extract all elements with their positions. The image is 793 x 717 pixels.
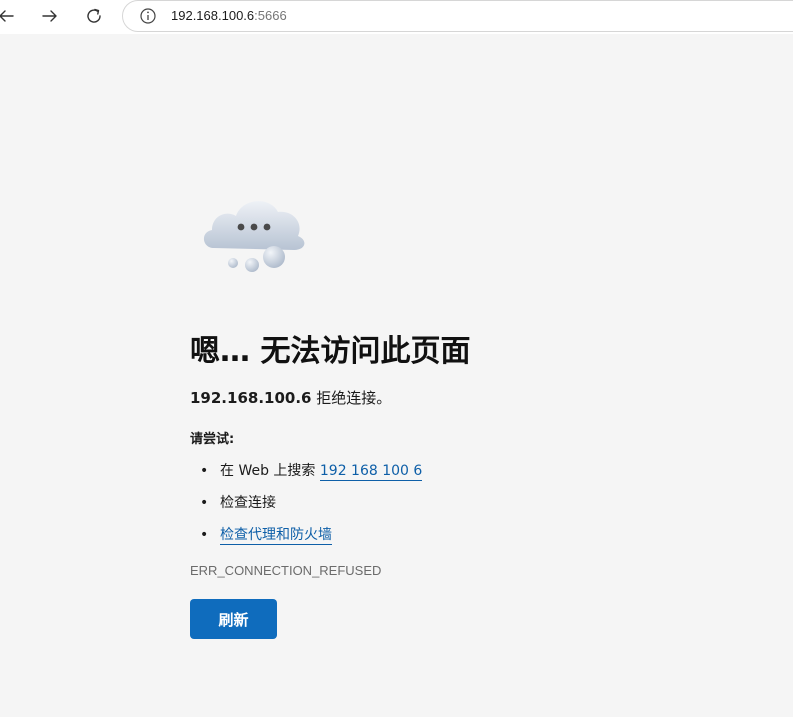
cloud-error-icon (198, 190, 310, 280)
suggestion-search: • 在 Web 上搜索 192 168 100 6 (200, 458, 423, 490)
address-bar[interactable]: 192.168.100.6:5666 (122, 0, 793, 32)
url-port: :5666 (254, 8, 287, 23)
suggestion-check-proxy: • 检查代理和防火墙 (200, 522, 422, 554)
bullet: • (200, 495, 209, 511)
error-subtitle: 192.168.100.6 拒绝连接。 (190, 387, 391, 408)
try-label: 请尝试: (190, 432, 235, 447)
check-proxy-firewall-link[interactable]: 检查代理和防火墙 (220, 527, 332, 545)
info-icon[interactable] (139, 7, 157, 29)
suggestion-check-connection: • 检查连接 (200, 490, 422, 522)
refused-host: 192.168.100.6 (190, 389, 312, 407)
error-headline: 嗯… 无法访问此页面 (190, 334, 471, 369)
url-text[interactable]: 192.168.100.6:5666 (171, 8, 287, 23)
back-arrow-icon (0, 10, 14, 22)
url-host: 192.168.100.6 (171, 8, 255, 23)
browser-toolbar: 192.168.100.6:5666 (0, 0, 793, 34)
forward-arrow-icon (42, 10, 57, 22)
reload-button[interactable] (82, 4, 106, 28)
refused-message: 拒绝连接。 (311, 389, 392, 407)
refresh-icon (87, 8, 101, 23)
bullet: • (200, 463, 209, 479)
bullet: • (200, 527, 209, 543)
search-web-link[interactable]: 192 168 100 6 (319, 463, 423, 481)
check-connection-text: 检查连接 (220, 495, 276, 511)
error-code: ERR_CONNECTION_REFUSED (190, 563, 382, 578)
suggestion-list: • 在 Web 上搜索 192 168 100 6 • 检查连接 • 检查代理和… (200, 458, 423, 554)
suggestion-search-prefix: 在 Web 上搜索 (220, 463, 320, 479)
forward-button[interactable] (38, 4, 62, 28)
back-button[interactable] (0, 4, 18, 28)
refresh-button[interactable]: 刷新 (190, 599, 277, 639)
